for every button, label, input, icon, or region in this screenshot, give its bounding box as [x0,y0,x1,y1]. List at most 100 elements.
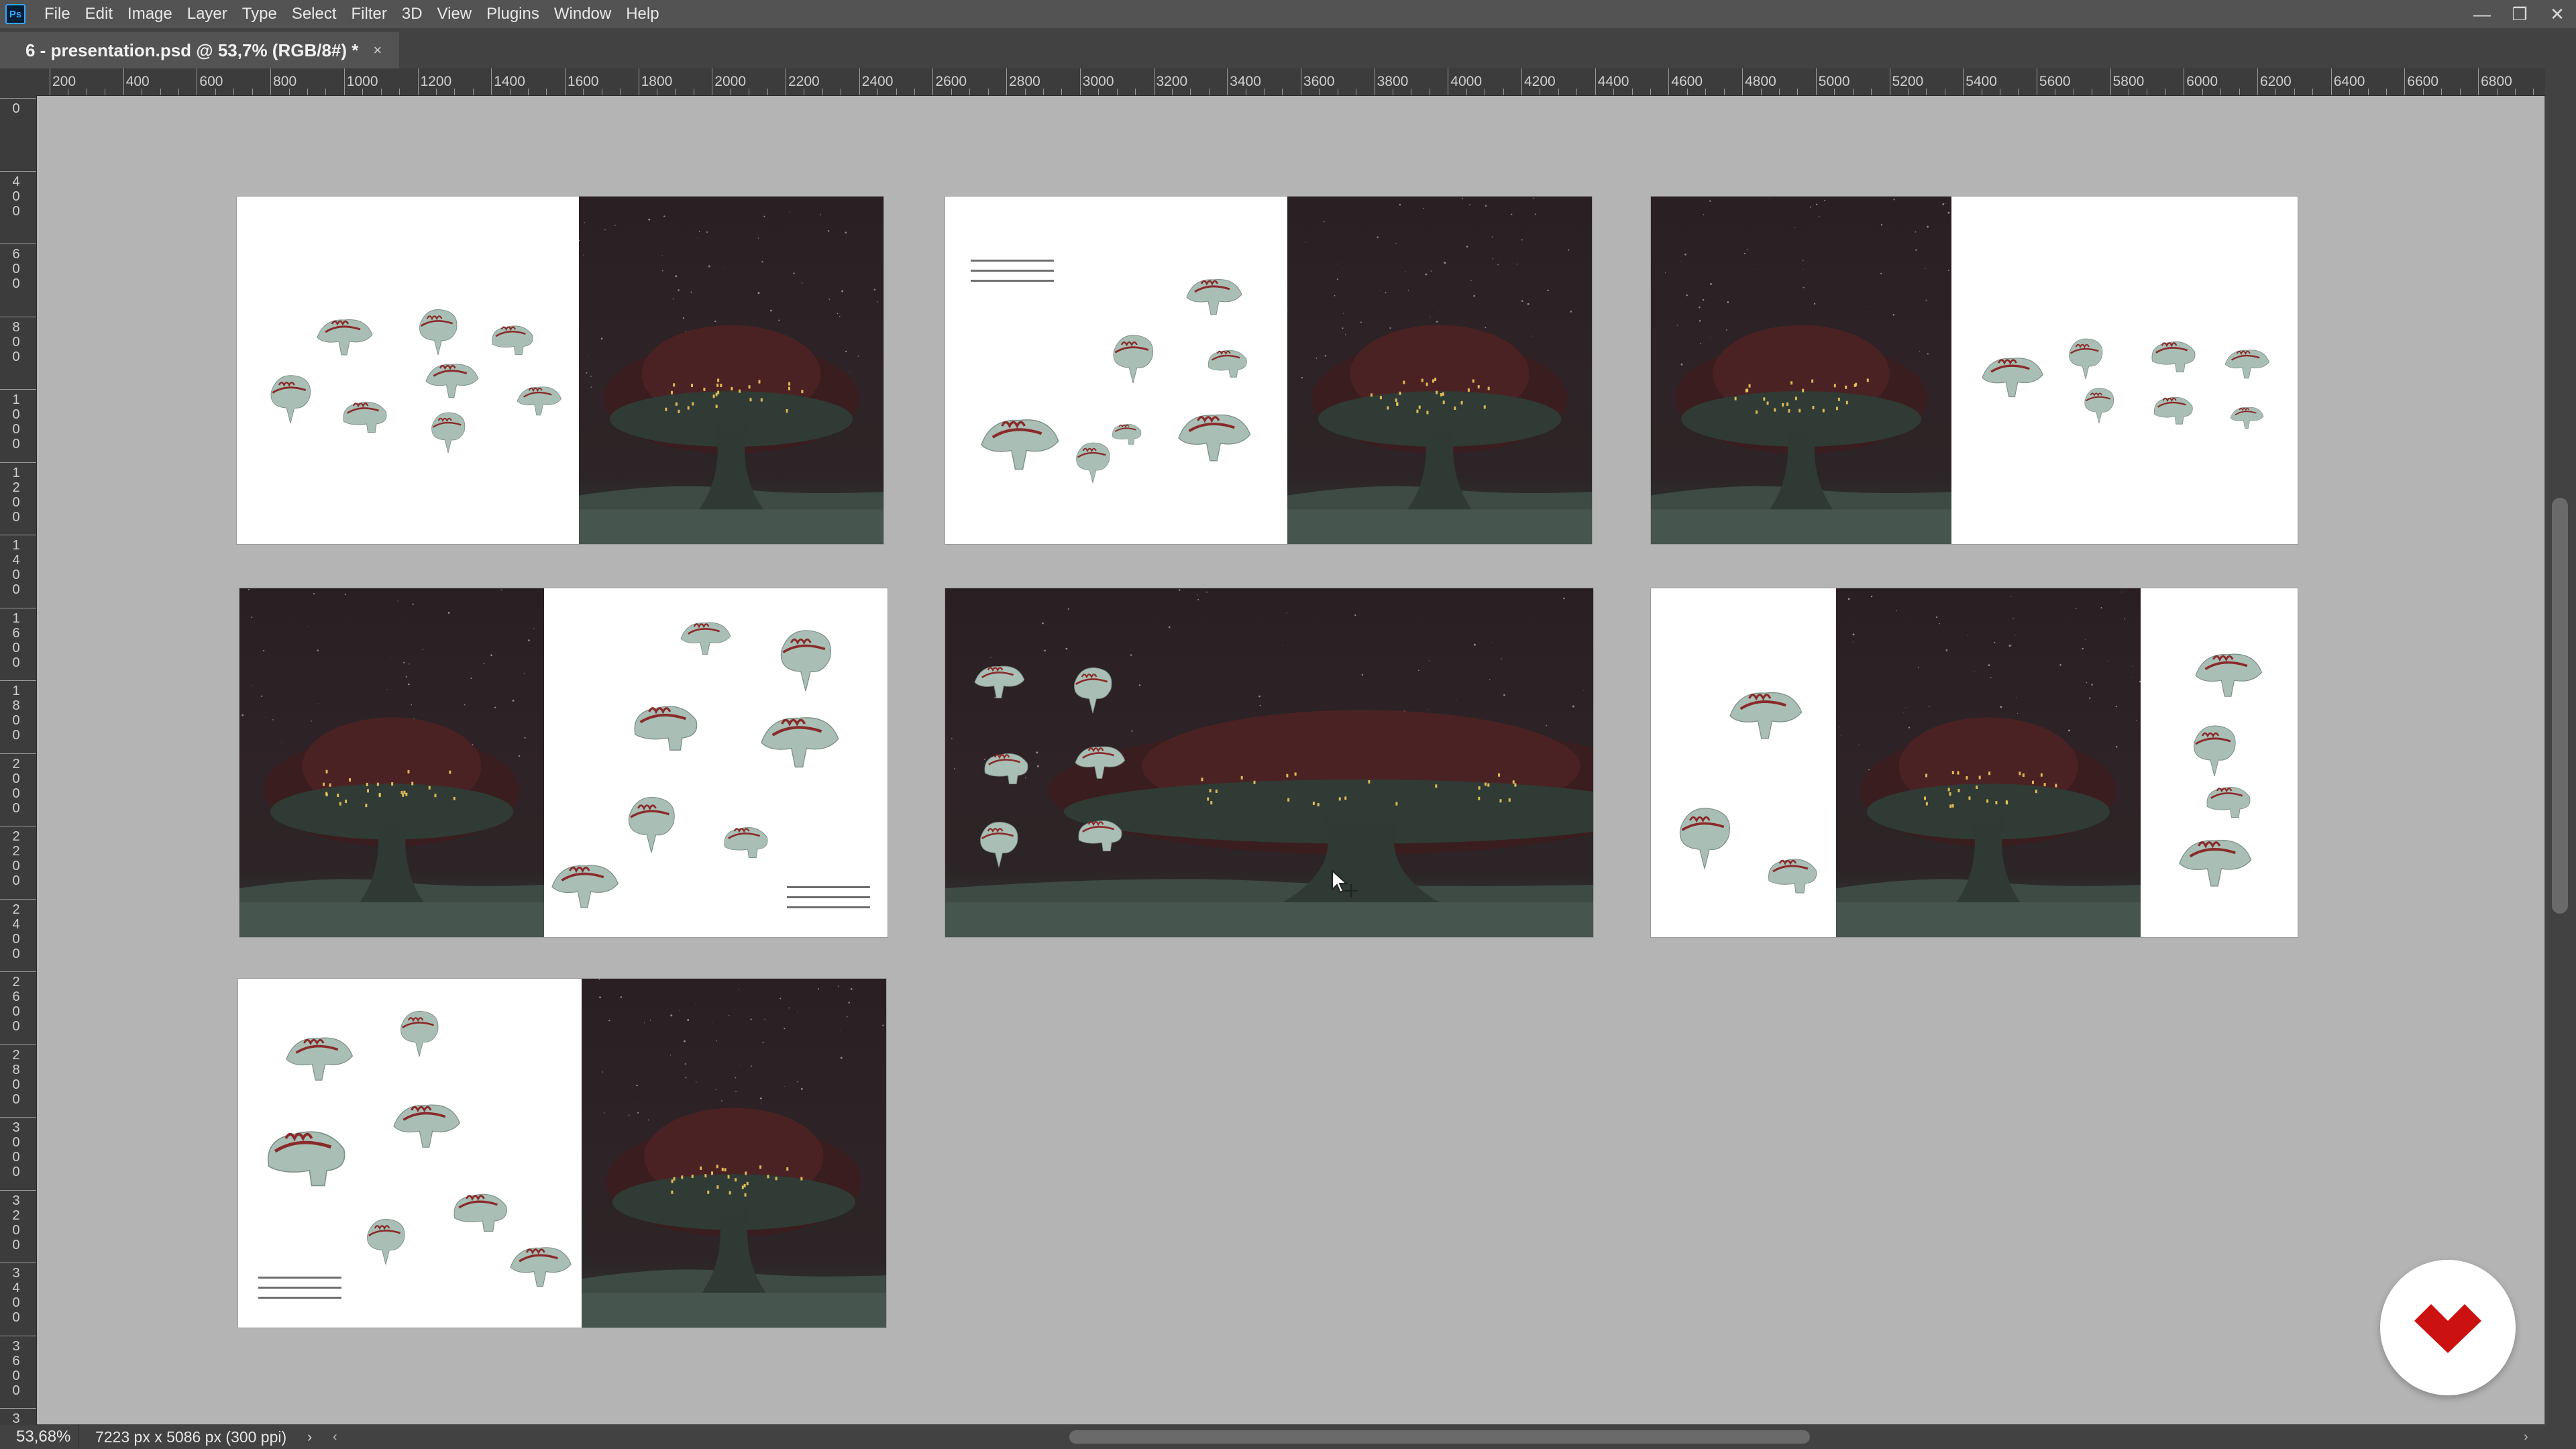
ruler-minor-tick [2367,89,2369,95]
document-tab-bar: 6 - presentation.psd @ 53,7% (RGB/8#) * … [0,28,2576,68]
tree-town-panel [1836,588,2141,937]
scroll-right-icon[interactable]: › [2524,1425,2528,1449]
ruler-label: 0 [12,771,20,786]
menu-image[interactable]: Image [127,5,172,23]
document-tab[interactable]: 6 - presentation.psd @ 53,7% (RGB/8#) * … [0,32,400,68]
ruler-label: 0 [12,1004,20,1019]
ruler-label: 3200 [1156,74,1188,89]
ruler-minor-tick [1705,89,1707,95]
scroll-left-icon[interactable]: ‹ [333,1425,337,1449]
ruler-minor-tick [2239,89,2240,95]
ruler-minor-tick [987,89,989,95]
ruler-label: 6 [12,1353,20,1368]
ruler-label: 0 [12,203,20,219]
artboard-3[interactable] [1651,197,2298,544]
ruler-minor-tick [1613,89,1615,95]
minimize-icon[interactable]: — [2463,0,2501,28]
tab-close-icon[interactable]: × [373,42,382,59]
photoshop-logo-icon[interactable]: Ps [5,4,25,24]
ruler-label: 0 [12,1237,20,1252]
tree-town-illustration-icon [239,588,544,937]
menu-3d[interactable]: 3D [402,5,423,23]
canvas-area[interactable] [37,96,2544,1424]
ruler-label: 800 [273,74,297,89]
restore-icon[interactable]: ❐ [2501,0,2538,28]
menu-edit[interactable]: Edit [85,5,113,23]
ruler-label: 3 [12,1266,20,1281]
ruler-label: 0 [12,640,20,655]
ruler-tick [491,68,492,95]
menu-window[interactable]: Window [554,5,611,23]
tree-town-illustration-icon [1651,198,1951,544]
ruler-label: 1 [12,684,20,698]
ruler-minor-tick [1466,89,1467,95]
ruler-minor-tick [1098,89,1099,95]
ruler-minor-tick [1116,89,1118,95]
ruler-horizontal[interactable]: 200 400 600 800 1000 1200 1400 1600 1800 2000 2200… [36,68,2545,96]
close-icon[interactable]: ✕ [2538,0,2576,28]
artboard-5[interactable] [945,588,1593,937]
ruler-label: 4 [12,553,20,568]
ruler-tick [1668,68,1670,95]
ruler-label: 0 [12,713,20,728]
menu-file[interactable]: File [44,5,70,23]
ruler-minor-tick [1319,89,1320,95]
ruler-tick [2257,68,2258,95]
artboard-7[interactable] [238,979,886,1328]
ruler-label: 2 [12,480,20,495]
ruler-minor-tick [380,89,382,95]
menu-select[interactable]: Select [292,5,337,23]
ruler-tick [2404,68,2406,95]
ruler-label: 0 [12,582,20,597]
ruler-minor-tick [951,89,952,95]
ruler-vertical[interactable]: 0400600800100012001400160018002000220024… [0,95,37,1425]
ruler-tick [0,971,36,972]
text-lines-placeholder [971,260,1054,290]
menu-help[interactable]: Help [626,5,659,23]
artboard-4[interactable] [239,588,888,937]
ruler-tick [0,1189,36,1191]
ruler-minor-tick [1061,89,1063,95]
ruler-minor-tick [969,89,971,95]
menu-type[interactable]: Type [242,5,277,23]
menu-view[interactable]: View [437,5,472,23]
artboard-1[interactable] [237,197,883,544]
tree-town-panel [1651,197,1951,544]
ruler-minor-tick [1760,89,1762,95]
ruler-tick [123,68,124,95]
creature-sketches-icon [2179,653,2263,887]
ruler-label: 2 [12,1208,20,1223]
horizontal-scroll-thumb[interactable] [1069,1430,1810,1444]
ruler-label: 0 [12,786,20,801]
vertical-scroll-thumb[interactable] [2552,498,2568,914]
ruler-label: 8 [12,698,20,713]
ruler-corner[interactable] [0,68,36,95]
ruler-label: 1 [12,610,20,626]
ruler-minor-tick [2533,89,2534,95]
menu-layer[interactable]: Layer [187,5,227,23]
ruler-label: 0 [12,1368,20,1383]
menu-filter[interactable]: Filter [352,5,387,23]
ruler-label: 0 [12,437,20,451]
artboard-6[interactable] [1651,588,2298,937]
menu-plugins[interactable]: Plugins [486,5,539,23]
tree-town-illustration-icon [579,211,883,544]
ruler-minor-tick [2220,89,2222,95]
ruler-label: 1600 [567,74,599,89]
ruler-label: 1800 [641,74,673,89]
ruler-minor-tick [1926,89,1927,95]
ruler-label: 0 [12,1383,20,1398]
ruler-tick [0,898,36,900]
zoom-level-field[interactable]: 53,68% [0,1425,79,1449]
ruler-label: 0 [12,509,20,525]
ruler-label: 5800 [2112,74,2145,89]
ruler-minor-tick [1650,89,1651,95]
artboard-2[interactable] [945,197,1592,544]
vertical-scrollbar[interactable] [2545,68,2576,1425]
ruler-label: 8 [12,319,20,335]
ruler-label: 2000 [714,74,747,89]
info-menu-arrow-icon[interactable]: › [307,1425,312,1449]
ruler-minor-tick [307,89,308,95]
tree-town-panel [945,588,1593,937]
ruler-tick [564,68,566,95]
